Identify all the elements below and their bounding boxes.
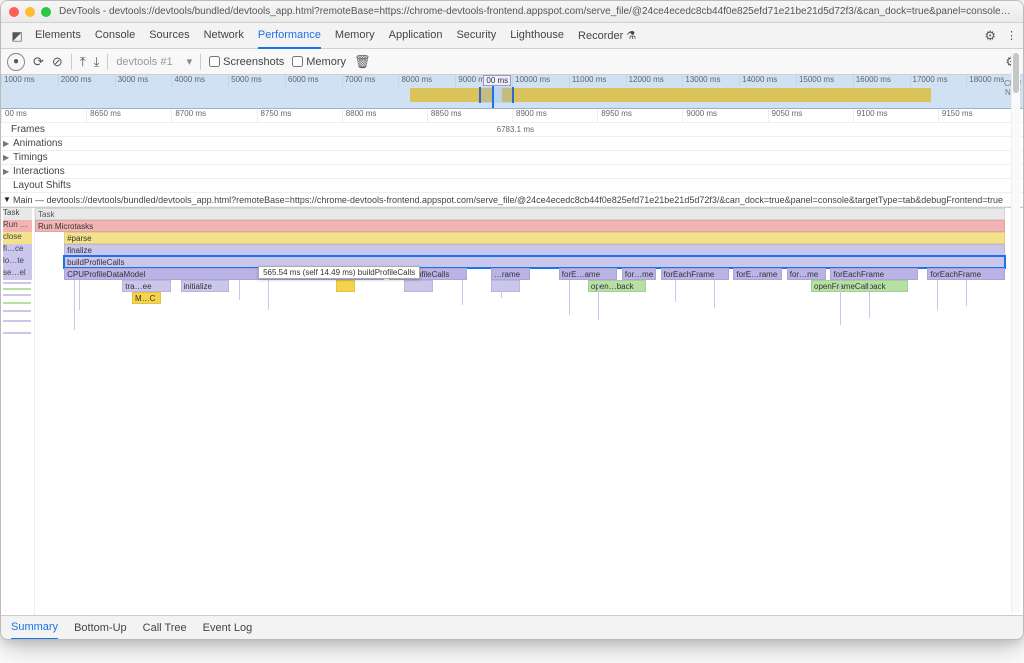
- time-ruler: 00 ms8650 ms8700 ms8750 ms8800 ms8850 ms…: [1, 109, 1023, 123]
- details-tab-calltree[interactable]: Call Tree: [143, 617, 187, 639]
- memory-label: Memory: [306, 56, 346, 68]
- inspect-icon[interactable]: ◩: [7, 29, 27, 43]
- tab-lighthouse[interactable]: Lighthouse: [510, 23, 564, 49]
- details-tab-eventlog[interactable]: Event Log: [203, 617, 253, 639]
- window-maximize-button[interactable]: [41, 7, 51, 17]
- window-minimize-button[interactable]: [25, 7, 35, 17]
- frame-time-label: 6783.1 ms: [497, 125, 534, 134]
- track-main[interactable]: ▼Main — devtools://devtools/bundled/devt…: [1, 193, 1023, 207]
- devtools-tabs-row: ◩ Elements Console Sources Network Perfo…: [1, 23, 1023, 49]
- save-profile-icon[interactable]: ⤓: [94, 54, 100, 70]
- flame-bar-task[interactable]: Task: [35, 208, 1005, 220]
- flame-bar-finalize[interactable]: finalize: [64, 244, 1005, 256]
- tab-performance[interactable]: Performance: [258, 23, 321, 49]
- flame-bar-foreachframe1[interactable]: forEachFrame: [661, 268, 729, 280]
- flame-tooltip: 565.54 ms (self 14.49 ms) buildProfileCa…: [258, 266, 420, 279]
- tab-sources[interactable]: Sources: [149, 23, 189, 49]
- tab-network[interactable]: Network: [204, 23, 244, 49]
- flame-gutter: Task Run Microtasks close fi…ce lo…te se…: [1, 208, 35, 639]
- titlebar: DevTools - devtools://devtools/bundled/d…: [1, 1, 1023, 23]
- track-animations[interactable]: ▶Animations: [1, 137, 1023, 151]
- tracks-panel: Frames 6783.1 ms ▶Animations ▶Timings ▶I…: [1, 123, 1023, 208]
- trash-icon[interactable]: 🗑: [354, 54, 371, 70]
- flame-canvas[interactable]: Task Run Microtasks #parse finalize buil…: [35, 208, 1005, 639]
- tab-application[interactable]: Application: [389, 23, 443, 49]
- flame-bar-foreachframe3[interactable]: forEachFrame: [927, 268, 1005, 280]
- tab-console[interactable]: Console: [95, 23, 135, 49]
- flame-bar-buildprofilecalls[interactable]: buildProfileCalls: [64, 256, 1005, 268]
- flame-bar-forerame[interactable]: forE…rame: [733, 268, 782, 280]
- track-layout-shifts[interactable]: Layout Shifts: [1, 179, 1023, 193]
- memory-checkbox[interactable]: Memory: [292, 56, 346, 68]
- traffic-lights: [9, 7, 51, 17]
- devtools-window: DevTools - devtools://devtools/bundled/d…: [0, 0, 1024, 640]
- panel-tabs: Elements Console Sources Network Perform…: [35, 23, 636, 49]
- tab-memory[interactable]: Memory: [335, 23, 375, 49]
- tab-security[interactable]: Security: [456, 23, 496, 49]
- load-profile-icon[interactable]: ⤒: [80, 54, 86, 70]
- vertical-scrollbar[interactable]: [1011, 53, 1020, 613]
- overview-marker-label: 00 ms: [483, 75, 511, 86]
- flame-bar-foreame1[interactable]: forE…ame: [559, 268, 617, 280]
- flame-bar-rame[interactable]: …rame: [491, 268, 530, 280]
- clear-button[interactable]: ⊘: [52, 54, 63, 70]
- tab-recorder[interactable]: Recorder ⚗: [578, 23, 636, 49]
- screenshots-checkbox[interactable]: Screenshots: [209, 56, 284, 68]
- record-button[interactable]: ●: [7, 53, 25, 71]
- scrollbar-thumb[interactable]: [1013, 53, 1019, 93]
- flame-bar-forme[interactable]: for…me: [622, 268, 656, 280]
- flame-chart[interactable]: Task Run Microtasks close fi…ce lo…te se…: [1, 208, 1023, 639]
- flame-bar-forame2[interactable]: for…me: [787, 268, 826, 280]
- track-interactions[interactable]: ▶Interactions: [1, 165, 1023, 179]
- overview-selection[interactable]: [479, 87, 514, 103]
- details-tabs: Summary Bottom-Up Call Tree Event Log: [1, 615, 1023, 639]
- settings-icon[interactable]: ⚙: [984, 28, 996, 44]
- screenshots-label: Screenshots: [223, 56, 284, 68]
- profile-selector[interactable]: devtools #1: [116, 55, 192, 68]
- tab-elements[interactable]: Elements: [35, 23, 81, 49]
- more-icon[interactable]: ⋮: [1006, 29, 1017, 42]
- flame-bar-microtasks[interactable]: Run Microtasks: [35, 220, 1005, 232]
- track-timings[interactable]: ▶Timings: [1, 151, 1023, 165]
- window-close-button[interactable]: [9, 7, 19, 17]
- details-tab-bottomup[interactable]: Bottom-Up: [74, 617, 127, 639]
- flame-bar-foreachframe2[interactable]: forEachFrame: [830, 268, 917, 280]
- overview-ticks: 1000 ms2000 ms3000 ms4000 ms5000 ms6000 …: [1, 75, 1023, 87]
- overview-timeline[interactable]: 1000 ms2000 ms3000 ms4000 ms5000 ms6000 …: [1, 75, 1023, 109]
- details-tab-summary[interactable]: Summary: [11, 616, 58, 640]
- track-frames[interactable]: Frames 6783.1 ms: [1, 123, 1023, 137]
- reload-record-button[interactable]: ⟳: [33, 54, 44, 70]
- perf-toolbar: ● ⟳ ⊘ ⤒ ⤓ devtools #1 Screenshots Memory…: [1, 49, 1023, 75]
- window-title: DevTools - devtools://devtools/bundled/d…: [59, 6, 1015, 17]
- flame-bar-parse[interactable]: #parse: [64, 232, 1005, 244]
